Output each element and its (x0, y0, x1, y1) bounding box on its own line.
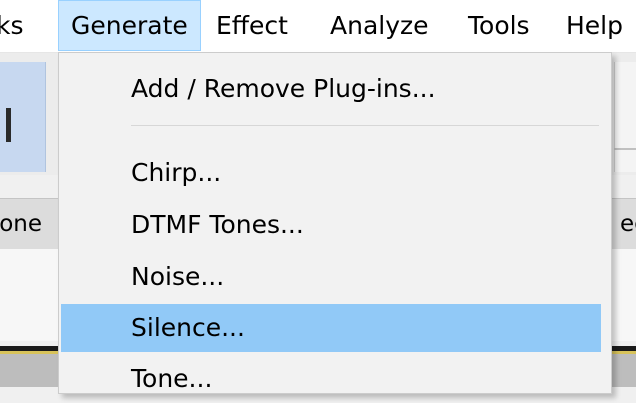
menu-effect[interactable]: Effect (216, 0, 288, 51)
menu-analyze[interactable]: Analyze (330, 0, 429, 51)
menu-item-noise[interactable]: Noise... (61, 253, 601, 301)
menu-item-chirp[interactable]: Chirp... (61, 149, 601, 197)
menu-item-label: Tone... (131, 364, 213, 393)
track-header-left-label: one (0, 212, 42, 236)
generate-menu: Add / Remove Plug-ins... Chirp... DTMF T… (58, 52, 612, 394)
toolbar-divider (614, 148, 636, 150)
menu-item-label: Add / Remove Plug-ins... (131, 74, 436, 103)
menu-item-tone[interactable]: Tone... (61, 355, 601, 403)
menu-tools[interactable]: Tools (468, 0, 530, 51)
menu-item-silence[interactable]: Silence... (61, 304, 601, 352)
toolbar-glyph-icon (6, 108, 11, 142)
menu-item-add-remove-plugins[interactable]: Add / Remove Plug-ins... (61, 65, 601, 113)
menu-item-dtmf-tones[interactable]: DTMF Tones... (61, 201, 601, 249)
menu-item-label: Silence... (131, 313, 245, 342)
menu-tracks[interactable]: ks (0, 0, 24, 51)
menu-generate[interactable]: Generate (58, 0, 201, 51)
menu-item-label: Noise... (131, 262, 225, 291)
menu-bar: ks Generate Effect Analyze Tools Help (0, 0, 636, 53)
toolbar-right-panel (614, 62, 636, 172)
menu-help[interactable]: Help (566, 0, 623, 51)
menu-separator (131, 125, 599, 126)
menu-item-label: DTMF Tones... (131, 210, 304, 239)
menu-item-label: Chirp... (131, 158, 222, 187)
track-header-right-label: ec (620, 212, 636, 236)
